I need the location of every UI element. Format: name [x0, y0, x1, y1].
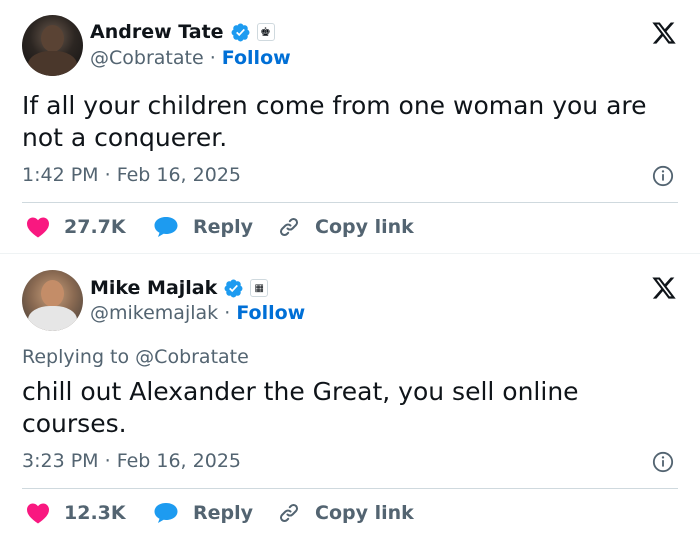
copy-link-label: Copy link — [315, 502, 414, 524]
replying-to-prefix: Replying to — [22, 346, 130, 368]
x-logo-icon[interactable] — [650, 275, 678, 301]
copy-link-button[interactable]: Copy link — [277, 501, 414, 525]
divider — [22, 488, 678, 489]
tweet-time: 3:23 PM — [22, 450, 99, 472]
follow-button[interactable]: Follow — [236, 302, 305, 324]
like-button[interactable]: 12.3K — [26, 502, 153, 524]
timestamp[interactable]: 3:23 PM · Feb 16, 2025 — [22, 450, 241, 472]
info-icon[interactable] — [652, 451, 674, 473]
handle-row: @mikemajlak · Follow — [90, 301, 305, 325]
author-name-row: Mike Majlak ▦ — [90, 276, 269, 300]
logo-badge-icon[interactable]: ▦ — [250, 279, 269, 297]
tweet-card: Mike Majlak ▦ @mikemajlak · Follow Reply… — [0, 0, 700, 541]
tweet-date: Feb 16, 2025 — [116, 450, 241, 472]
reply-bubble-icon — [154, 503, 178, 523]
replying-to-mention[interactable]: @Cobratate — [135, 346, 249, 368]
heart-icon — [27, 503, 49, 524]
separator: · — [224, 302, 231, 324]
replying-to: Replying to @Cobratate — [22, 346, 249, 368]
author-handle[interactable]: @mikemajlak — [90, 302, 218, 324]
like-count: 12.3K — [64, 502, 126, 524]
reply-button[interactable]: Reply — [153, 502, 277, 524]
tweet-text: chill out Alexander the Great, you sell … — [22, 377, 579, 438]
action-bar: 12.3K Reply Copy link — [26, 501, 414, 525]
reply-label: Reply — [193, 502, 254, 524]
separator: · — [104, 450, 111, 472]
verified-badge-icon — [224, 279, 243, 297]
avatar[interactable] — [22, 270, 83, 331]
link-icon — [279, 503, 299, 523]
author-name[interactable]: Mike Majlak — [90, 276, 217, 300]
